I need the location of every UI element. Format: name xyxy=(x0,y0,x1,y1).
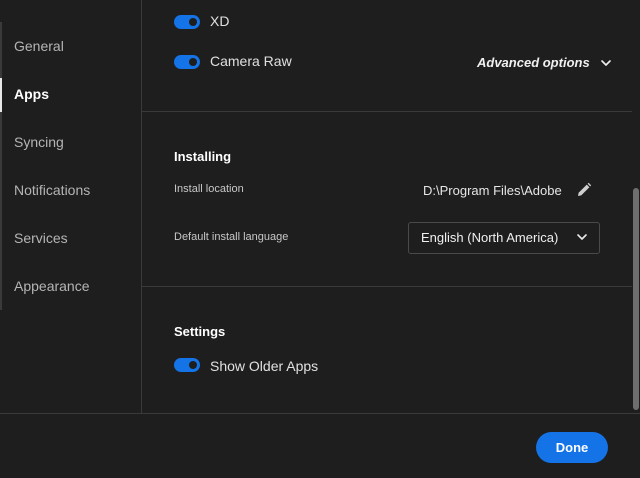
sidebar-active-marker xyxy=(0,78,2,112)
xd-toggle-label: XD xyxy=(210,13,230,29)
divider xyxy=(142,286,632,287)
sidebar-item-general[interactable]: General xyxy=(14,38,64,54)
xd-toggle[interactable] xyxy=(174,15,200,29)
installing-section-title: Installing xyxy=(174,149,232,164)
sidebar-item-apps[interactable]: Apps xyxy=(14,86,49,102)
sidebar-item-appearance[interactable]: Appearance xyxy=(14,278,90,294)
camera-raw-toggle-label: Camera Raw xyxy=(210,53,292,69)
sidebar-rail xyxy=(0,22,2,310)
camera-raw-toggle[interactable] xyxy=(174,55,200,69)
sidebar-item-services[interactable]: Services xyxy=(14,230,68,246)
done-button[interactable]: Done xyxy=(536,432,608,463)
divider xyxy=(142,111,632,112)
default-install-language-label: Default install language xyxy=(174,231,289,243)
sidebar: General Apps Syncing Notifications Servi… xyxy=(0,0,142,413)
show-older-apps-toggle[interactable] xyxy=(174,358,200,372)
chevron-down-icon xyxy=(601,60,612,67)
pencil-icon[interactable] xyxy=(576,182,592,198)
install-language-dropdown[interactable]: English (North America) xyxy=(408,222,600,254)
install-location-label: Install location xyxy=(174,183,244,195)
chevron-down-icon xyxy=(577,234,587,241)
sidebar-item-notifications[interactable]: Notifications xyxy=(14,182,90,198)
preferences-window: General Apps Syncing Notifications Servi… xyxy=(0,0,640,478)
dialog-footer: Done xyxy=(0,413,640,478)
show-older-apps-label: Show Older Apps xyxy=(210,358,319,374)
install-language-value: English (North America) xyxy=(421,230,559,245)
sidebar-item-syncing[interactable]: Syncing xyxy=(14,134,64,150)
settings-section-title: Settings xyxy=(174,324,226,339)
advanced-options-button[interactable]: Advanced options xyxy=(477,55,612,70)
advanced-options-label: Advanced options xyxy=(477,55,590,70)
scrollbar-thumb[interactable] xyxy=(633,188,639,410)
install-location-value: D:\Program Files\Adobe xyxy=(423,183,562,198)
